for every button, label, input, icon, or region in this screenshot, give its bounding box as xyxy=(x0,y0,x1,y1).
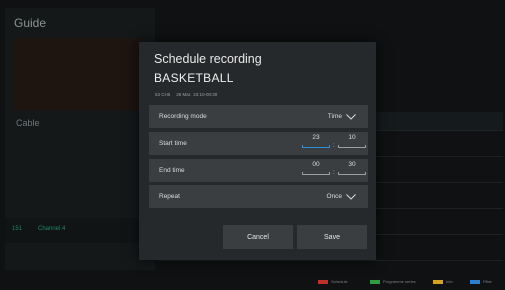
start-time-label: Start time xyxy=(159,140,187,147)
program-date: 26 Mar. xyxy=(176,92,192,97)
chevron-down-icon xyxy=(346,113,356,120)
legend-item-blue: Filter xyxy=(470,279,492,284)
dialog-title: Schedule recording xyxy=(154,52,262,66)
program-title: BASKETBALL xyxy=(154,71,234,85)
program-info: 53 CH5 26 Mar. 23:10-00:30 xyxy=(155,92,217,97)
end-hour-value: 00 xyxy=(312,161,320,168)
yellow-key-icon xyxy=(433,279,443,284)
guide-title: Guide xyxy=(14,16,47,30)
legend-label: Schedule xyxy=(331,279,348,284)
channel-row-selected[interactable] xyxy=(5,218,155,243)
start-minute-field[interactable]: 10 xyxy=(338,134,366,148)
legend-label: Programme series xyxy=(383,279,416,284)
legend-item-yellow: Info xyxy=(433,279,453,284)
channel-name: Channel 4 xyxy=(38,226,66,232)
start-time-row[interactable]: Start time 23 : 10 xyxy=(149,132,368,155)
blue-key-icon xyxy=(470,279,480,284)
grid-divider xyxy=(158,260,503,261)
recording-mode-value: Time xyxy=(327,113,342,120)
time-separator: : xyxy=(333,170,335,176)
repeat-row[interactable]: Repeat Once xyxy=(149,185,368,208)
repeat-value: Once xyxy=(326,193,342,200)
schedule-recording-dialog: Schedule recording BASKETBALL 53 CH5 26 … xyxy=(139,42,376,260)
cancel-button[interactable]: Cancel xyxy=(223,225,293,249)
legend-label: Info xyxy=(446,279,453,284)
program-channel: 53 CH5 xyxy=(155,92,171,97)
green-key-icon xyxy=(370,279,380,284)
source-label: Cable xyxy=(16,118,40,128)
field-underline xyxy=(302,172,330,175)
legend-label: Filter xyxy=(483,279,492,284)
end-minute-field[interactable]: 30 xyxy=(338,161,366,175)
save-button[interactable]: Save xyxy=(297,225,367,249)
preview-thumbnail xyxy=(14,38,142,110)
start-hour-value: 23 xyxy=(312,134,320,141)
recording-mode-select[interactable]: Time xyxy=(328,113,356,120)
repeat-select[interactable]: Once xyxy=(326,193,356,200)
field-underline xyxy=(302,145,330,148)
chevron-down-icon xyxy=(346,193,356,200)
start-hour-field[interactable]: 23 xyxy=(302,134,330,148)
field-underline xyxy=(338,172,366,175)
repeat-label: Repeat xyxy=(159,193,180,200)
end-hour-field[interactable]: 00 xyxy=(302,161,330,175)
time-separator: : xyxy=(333,143,335,149)
legend-item-red: Schedule xyxy=(318,279,348,284)
channel-number: 151 xyxy=(12,226,23,232)
program-time-range: 23:10-00:30 xyxy=(193,92,218,97)
legend-item-green: Programme series xyxy=(370,279,416,284)
start-minute-value: 10 xyxy=(348,134,356,141)
end-time-row[interactable]: End time 00 : 30 xyxy=(149,159,368,182)
field-underline xyxy=(338,145,366,148)
recording-mode-label: Recording mode xyxy=(159,113,207,120)
end-time-label: End time xyxy=(159,167,185,174)
recording-mode-row[interactable]: Recording mode Time xyxy=(149,105,368,128)
red-key-icon xyxy=(318,279,328,284)
end-minute-value: 30 xyxy=(348,161,356,168)
